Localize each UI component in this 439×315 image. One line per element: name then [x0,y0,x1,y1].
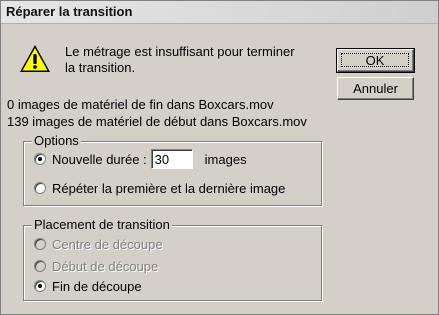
start-material-info: 139 images de matériel de début dans Box… [7,114,307,129]
new-duration-label: Nouvelle durée : [52,151,147,167]
warning-message-line1: Le métrage est insuffisant pour terminer [65,44,295,59]
new-duration-radio[interactable] [34,153,46,165]
transition-placement-legend: Placement de transition [32,217,172,233]
placement-start-label: Début de découpe [52,258,159,274]
warning-icon [20,45,50,72]
new-duration-option[interactable]: Nouvelle durée : images [34,149,247,169]
placement-end-label: Fin de découpe [52,278,142,294]
title-bar: Réparer la transition [1,1,438,24]
placement-end-radio[interactable] [34,280,46,292]
ok-button[interactable]: OK [336,48,415,73]
placement-center-option[interactable]: Centre de découpe [34,235,163,253]
dialog-title: Réparer la transition [6,4,133,19]
placement-center-radio[interactable] [34,238,46,250]
repeat-frames-label: Répéter la première et la dernière image [52,180,286,196]
end-material-info: 0 images de matériel de fin dans Boxcars… [7,97,274,112]
transition-placement-group: Placement de transition Centre de découp… [23,217,322,301]
repeat-frames-radio[interactable] [34,182,46,194]
options-legend: Options [32,133,81,149]
cancel-button[interactable]: Annuler [337,77,414,100]
warning-message: Le métrage est insuffisant pour terminer… [65,44,295,76]
placement-end-option[interactable]: Fin de découpe [34,277,142,295]
placement-start-option[interactable]: Début de découpe [34,257,158,275]
repeat-frames-option[interactable]: Répéter la première et la dernière image [34,179,285,197]
new-duration-input[interactable] [150,149,193,169]
repair-transition-dialog: Réparer la transition Le métrage est ins… [0,0,439,315]
placement-start-radio[interactable] [34,260,46,272]
warning-message-line2: la transition. [65,60,136,75]
placement-center-label: Centre de découpe [52,236,163,252]
options-group: Options Nouvelle durée : images Répéter … [23,133,322,206]
new-duration-unit: images [204,151,247,167]
ok-button-label: OK [341,53,409,68]
